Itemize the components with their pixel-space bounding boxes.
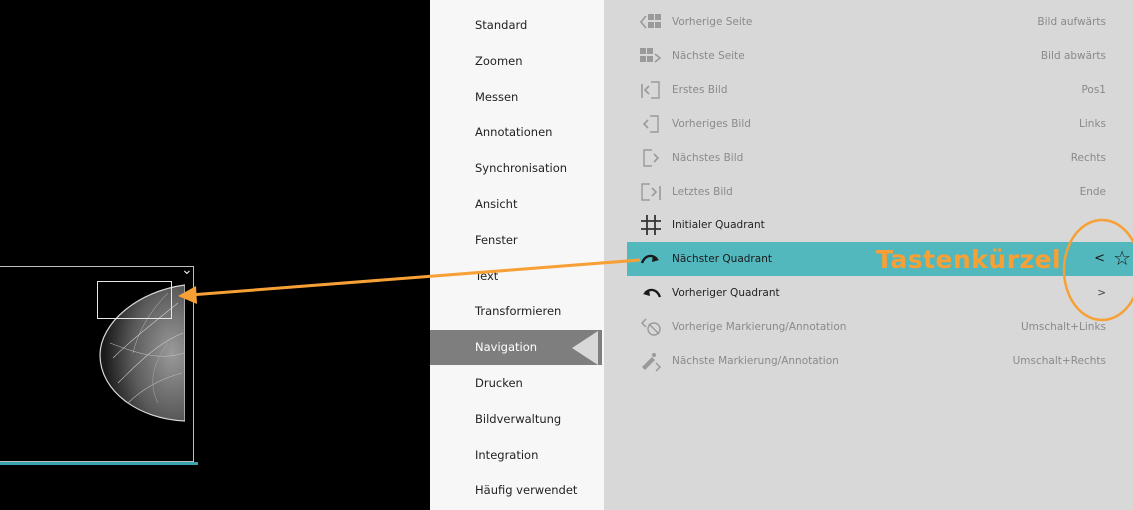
shortcut-key[interactable]: Ende [1080, 175, 1106, 209]
command-row-initial-quadrant[interactable]: Initialer Quadrant [604, 208, 1133, 242]
command-row-first-image[interactable]: Erstes Bild Pos1 [604, 73, 1133, 107]
shortcut-key[interactable]: Links [1079, 107, 1106, 141]
shortcut-key[interactable]: Rechts [1071, 141, 1106, 175]
category-integration[interactable]: Integration [430, 438, 604, 473]
command-label: Vorherige Markierung/Annotation [672, 321, 847, 334]
command-label: Letztes Bild [672, 185, 733, 198]
command-row-previous-page[interactable]: Vorherige Seite Bild aufwärts [604, 5, 1133, 39]
category-annotationen[interactable]: Annotationen [430, 115, 604, 150]
last-image-icon [639, 180, 663, 204]
category-bildverwaltung[interactable]: Bildverwaltung [430, 402, 604, 437]
shortcut-key[interactable]: > [1097, 276, 1106, 310]
command-label: Nächste Markierung/Annotation [672, 355, 839, 367]
command-row-last-image[interactable]: Letztes Bild Ende [604, 175, 1133, 209]
command-row-next-marking[interactable]: Nächste Markierung/Annotation Umschalt+Re… [604, 344, 1133, 378]
command-row-previous-quadrant[interactable]: Vorheriger Quadrant > [604, 276, 1133, 310]
category-text[interactable]: Text [430, 259, 604, 294]
favorite-star-icon[interactable]: ☆ [1113, 247, 1131, 269]
previous-quadrant-icon [639, 281, 663, 305]
command-label: Nächstes Bild [672, 151, 744, 164]
command-row-next-image[interactable]: Nächstes Bild Rechts [604, 141, 1133, 175]
shortcut-key[interactable]: Bild abwärts [1041, 39, 1106, 73]
shortcut-key[interactable]: Pos1 [1081, 73, 1106, 107]
current-quadrant-box [97, 281, 172, 319]
first-image-icon [639, 78, 663, 102]
shortcut-key[interactable]: Umschalt+Rechts [1013, 344, 1106, 378]
command-label: Erstes Bild [672, 83, 728, 96]
active-category-pointer [572, 331, 598, 365]
category-ansicht[interactable]: Ansicht [430, 187, 604, 222]
previous-marking-icon [639, 315, 663, 339]
command-label: Vorheriger Quadrant [672, 287, 780, 300]
next-image-icon [639, 146, 663, 170]
category-fenster[interactable]: Fenster [430, 223, 604, 258]
command-label: Nächster Quadrant [672, 253, 772, 266]
initial-quadrant-icon [639, 213, 663, 237]
next-page-icon [639, 44, 663, 68]
previous-image-icon [639, 112, 663, 136]
next-marking-icon [639, 349, 663, 373]
category-transformieren[interactable]: Transformieren [430, 294, 604, 329]
command-label: Initialer Quadrant [672, 219, 765, 232]
shortcut-key[interactable]: < [1094, 242, 1105, 276]
shortcut-key[interactable]: Umschalt+Links [1021, 310, 1106, 344]
category-messen[interactable]: Messen [430, 80, 604, 115]
next-quadrant-icon [639, 247, 663, 271]
command-label: Vorheriges Bild [672, 117, 751, 130]
thumbnail-accent-line [0, 462, 198, 465]
command-row-previous-image[interactable]: Vorheriges Bild Links [604, 107, 1133, 141]
command-label: Nächste Seite [672, 49, 745, 62]
category-zoomen[interactable]: Zoomen [430, 44, 604, 79]
shortcut-callout-title: Tastenkürzel [876, 245, 1062, 274]
shortcut-key[interactable]: Bild aufwärts [1037, 5, 1106, 39]
category-häufig-verwendet[interactable]: Häufig verwendet [430, 473, 604, 508]
command-label: Vorherige Seite [672, 16, 753, 28]
chevron-down-icon[interactable]: ⌄ [181, 262, 193, 278]
command-row-previous-marking[interactable]: Vorherige Markierung/Annotation Umschalt+… [604, 310, 1133, 344]
command-row-next-page[interactable]: Nächste Seite Bild abwärts [604, 39, 1133, 73]
category-standard[interactable]: Standard [430, 8, 604, 43]
category-drucken[interactable]: Drucken [430, 366, 604, 401]
previous-page-icon [639, 10, 663, 34]
category-synchronisation[interactable]: Synchronisation [430, 151, 604, 186]
image-viewer[interactable]: ⌄ [0, 0, 430, 510]
